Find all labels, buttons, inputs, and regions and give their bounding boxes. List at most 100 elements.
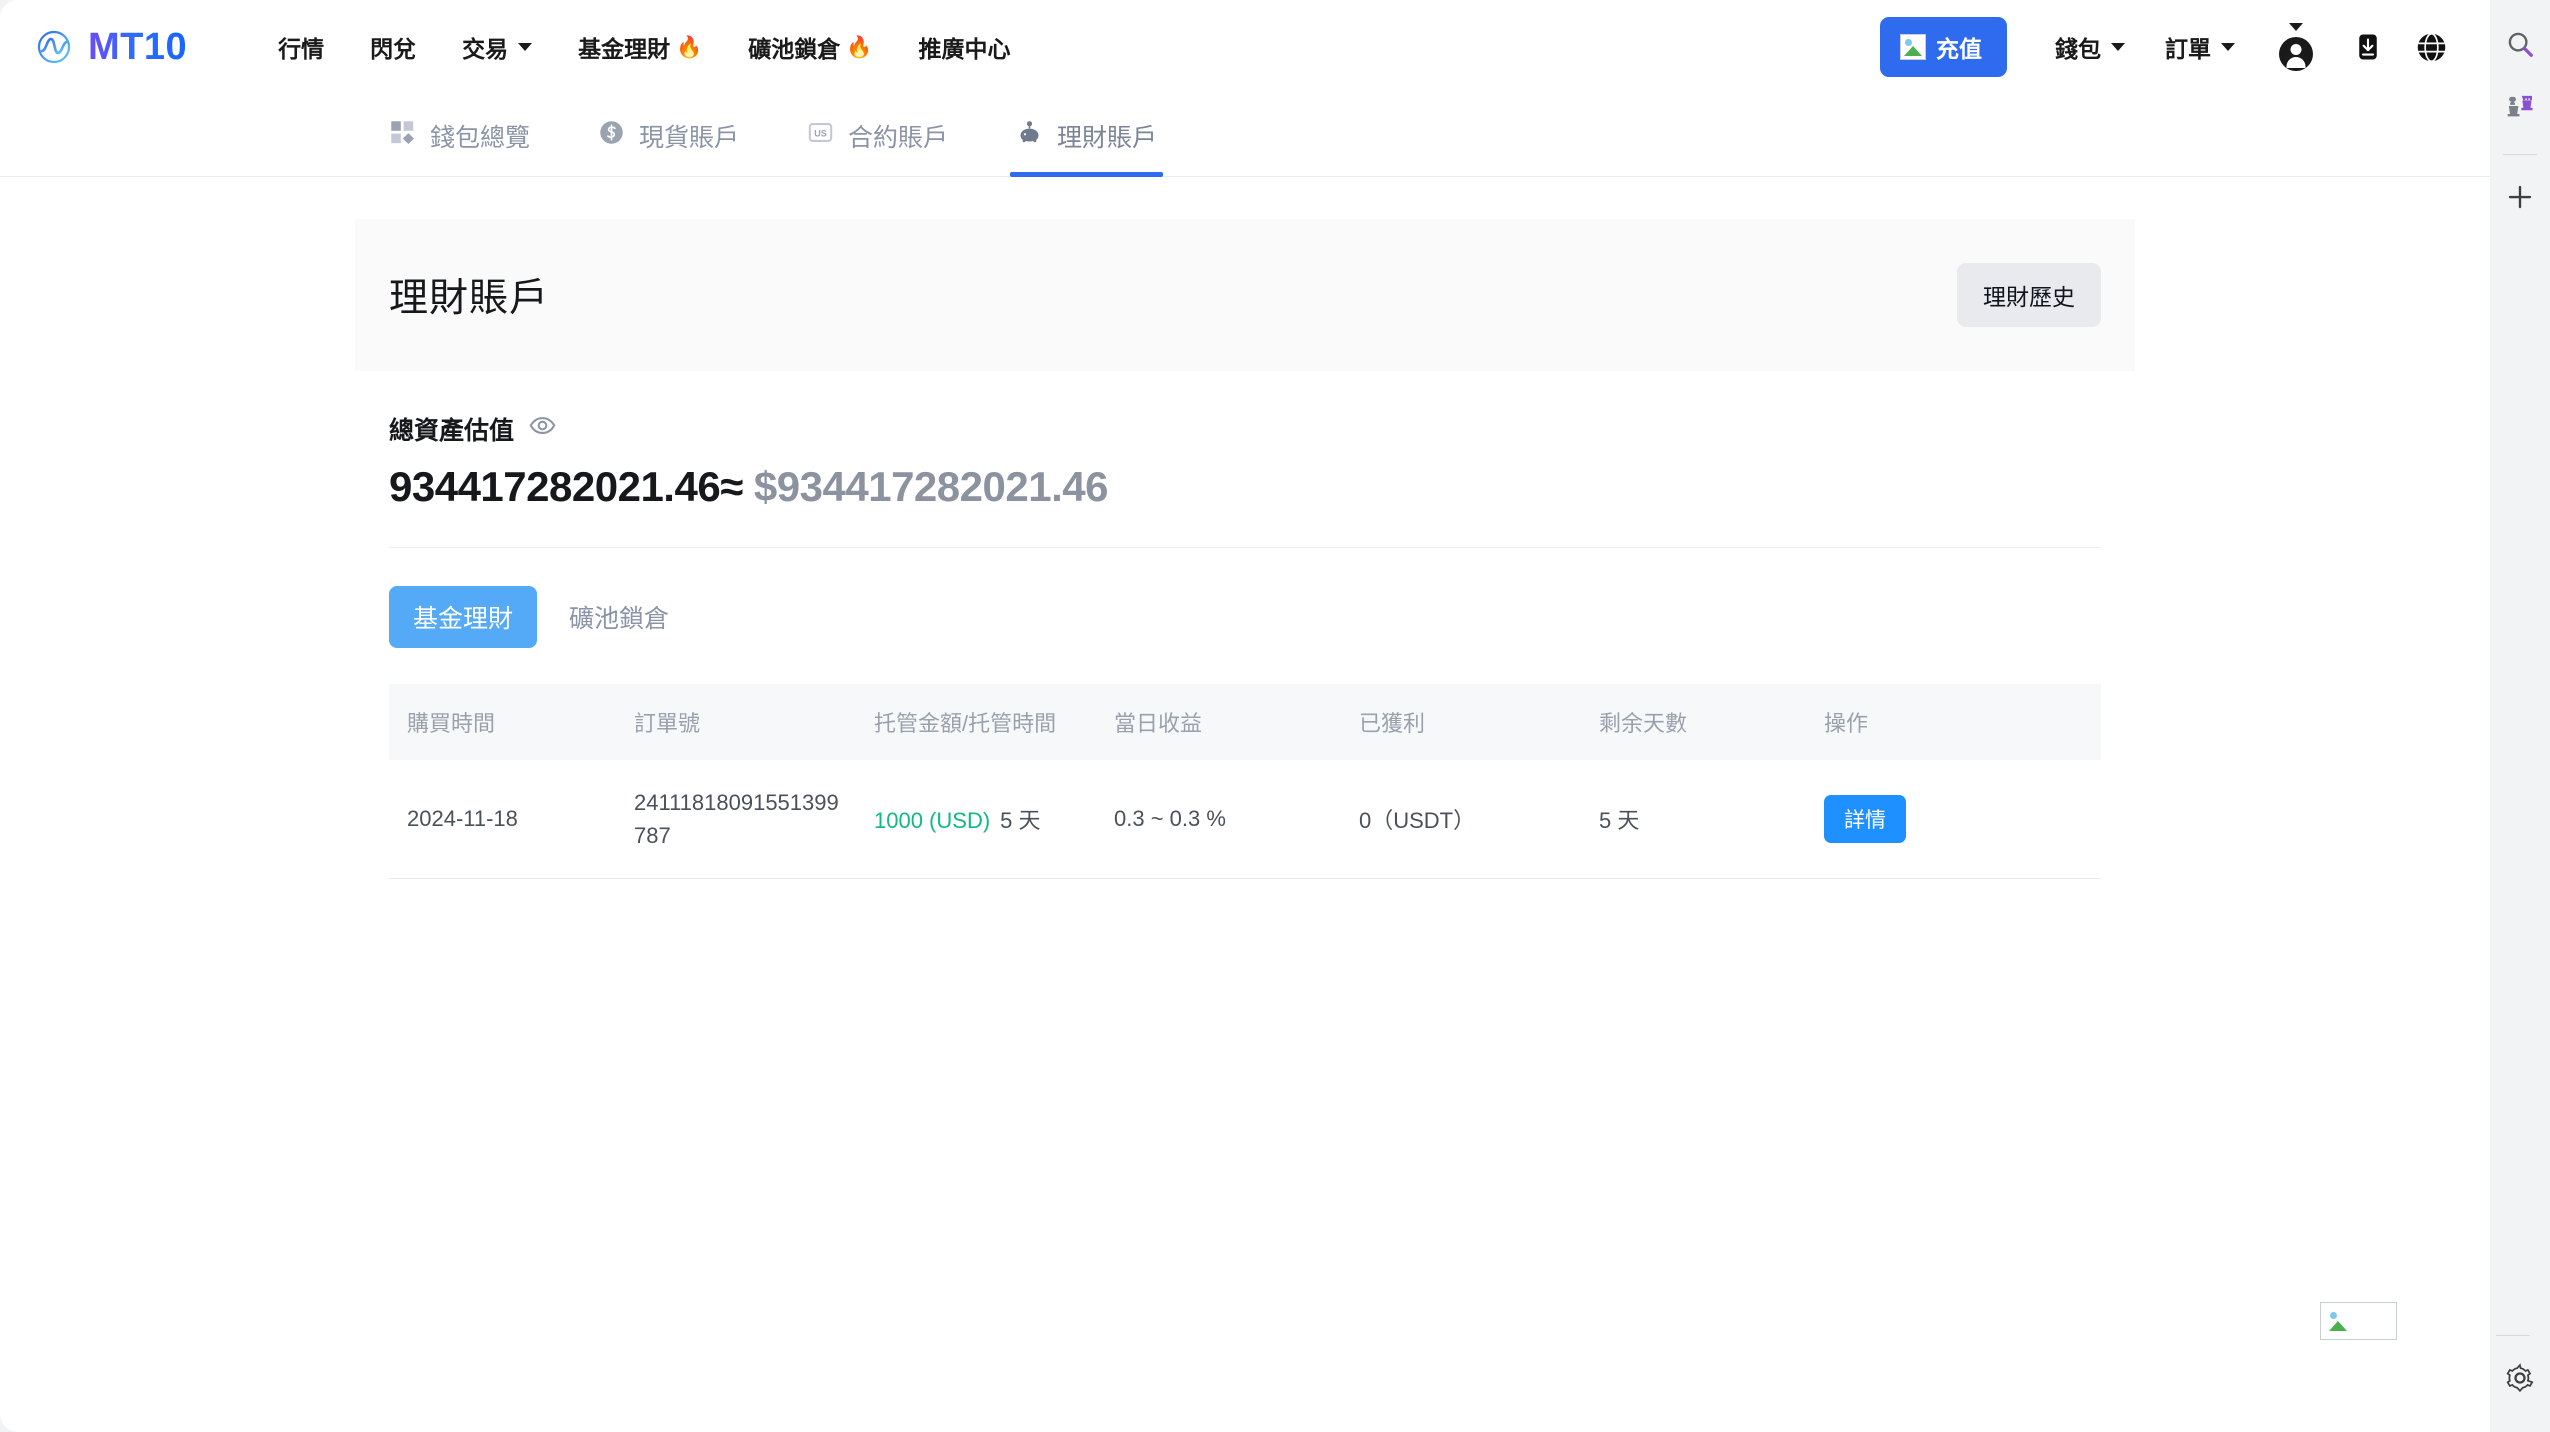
gear-icon xyxy=(2506,1363,2534,1393)
brand-logo[interactable]: MT10 xyxy=(34,26,187,69)
deposit-label: 充值 xyxy=(1936,36,1982,62)
search-icon xyxy=(2508,32,2533,57)
nav-item-swap[interactable]: 閃兌 xyxy=(347,30,439,64)
wave-circle-icon xyxy=(34,27,74,67)
piggy-bank-icon xyxy=(1016,119,1043,153)
chevron-down-icon xyxy=(2111,43,2125,51)
amount-duration: 5 天 xyxy=(1000,808,1041,833)
page-title: 理財賬戶 xyxy=(389,277,550,320)
total-assets-section: 總資產估值 934417282021.46≈ $934417282021.46 xyxy=(355,371,2135,511)
cell-purchase-time: 2024-11-18 xyxy=(389,760,634,879)
finance-orders-table: 購買時間 訂單號 托管金額/托管時間 當日收益 已獲利 剩余天數 操作 2024… xyxy=(389,684,2101,879)
page-header-card: 理財賬戶 理財歷史 xyxy=(355,219,2135,371)
main-menu: 行情 閃兌 交易 基金理財 🔥 礦池鎖倉 🔥 推廣中心 xyxy=(255,30,1033,64)
nav-item-market[interactable]: 行情 xyxy=(255,30,347,64)
rail-divider xyxy=(2496,1335,2530,1336)
language-switch-button[interactable] xyxy=(2399,31,2464,64)
rail-extension-button[interactable] xyxy=(2496,82,2544,130)
nav-label: 基金理財 xyxy=(578,36,671,62)
brand-name: MT10 xyxy=(88,25,188,68)
approx-symbol: ≈ xyxy=(720,463,743,510)
nav-label: 閃兌 xyxy=(370,36,417,62)
detail-button[interactable]: 詳情 xyxy=(1824,795,1906,843)
chevron-down-icon xyxy=(518,43,533,51)
order-number-text: 24111818091551399787 xyxy=(634,790,839,848)
finance-history-button[interactable]: 理財歷史 xyxy=(1957,263,2101,327)
nav-label: 訂單 xyxy=(2165,36,2211,62)
download-icon xyxy=(2359,34,2377,60)
chevron-down-icon xyxy=(2221,43,2235,51)
tab-label: 錢包總覽 xyxy=(430,124,531,152)
nav-item-wallet[interactable]: 錢包 xyxy=(2035,30,2145,64)
tab-label: 現貨賬戶 xyxy=(639,124,740,152)
bottom-broken-image-placeholder xyxy=(2320,1302,2397,1340)
broken-image-icon xyxy=(1900,34,1926,60)
finance-orders-table-wrap: 購買時間 訂單號 托管金額/托管時間 當日收益 已獲利 剩余天數 操作 2024… xyxy=(355,648,2135,879)
us-badge-icon: US xyxy=(807,119,834,153)
tab-spot-account[interactable]: 現貨賬戶 xyxy=(564,118,773,176)
nav-item-trade[interactable]: 交易 xyxy=(439,30,555,64)
nav-item-fund-finance[interactable]: 基金理財 🔥 xyxy=(555,30,725,64)
web-page: MT10 行情 閃兌 交易 基金理財 🔥 礦池鎖倉 🔥 推廣中心 充值 錢包 訂… xyxy=(0,0,2490,1432)
avatar xyxy=(2279,37,2313,71)
cell-days-left: 5 天 xyxy=(1599,760,1824,879)
chess-pieces-icon xyxy=(2507,95,2533,117)
fire-icon: 🔥 xyxy=(846,35,873,59)
page-content: 理財賬戶 理財歷史 總資產估值 934417282021.46≈ $934417… xyxy=(0,219,2490,879)
account-tabs: 錢包總覽 現貨賬戶 US 合約賬戶 理財賬戶 xyxy=(355,94,2135,177)
column-header-order-no: 訂單號 xyxy=(634,684,874,760)
cell-operation: 詳情 xyxy=(1824,760,2101,879)
column-header-purchase-time: 購買時間 xyxy=(389,684,634,760)
tab-contract-account[interactable]: US 合約賬戶 xyxy=(773,118,982,176)
cell-daily-yield: 0.3 ~ 0.3 % xyxy=(1114,760,1359,879)
top-navigation-bar: MT10 行情 閃兌 交易 基金理財 🔥 礦池鎖倉 🔥 推廣中心 充值 錢包 訂… xyxy=(0,0,2490,94)
nav-item-promotion-center[interactable]: 推廣中心 xyxy=(895,30,1033,64)
broken-image-icon xyxy=(2326,1308,2352,1334)
rail-divider xyxy=(2503,154,2537,155)
column-header-daily-yield: 當日收益 xyxy=(1114,684,1359,760)
nav-label: 推廣中心 xyxy=(918,36,1011,62)
browser-side-rail xyxy=(2490,0,2550,1432)
total-assets-usd-value: 934417282021.46 xyxy=(776,463,1109,510)
plus-icon xyxy=(2508,185,2532,209)
fire-icon: 🔥 xyxy=(676,35,703,59)
rail-settings-button[interactable] xyxy=(2496,1354,2544,1402)
cell-amount: 1000 (USD) 5 天 xyxy=(874,760,1114,879)
table-header-row: 購買時間 訂單號 托管金額/托管時間 當日收益 已獲利 剩余天數 操作 xyxy=(389,684,2101,760)
total-assets-value-row: 934417282021.46≈ $934417282021.46 xyxy=(389,463,2101,511)
deposit-button[interactable]: 充值 xyxy=(1880,17,2007,77)
browser-window: MT10 行情 閃兌 交易 基金理財 🔥 礦池鎖倉 🔥 推廣中心 充值 錢包 訂… xyxy=(0,0,2550,1432)
cell-order-no: 24111818091551399787 xyxy=(634,760,874,879)
tab-wallet-overview[interactable]: 錢包總覽 xyxy=(355,118,564,176)
nav-item-orders[interactable]: 訂單 xyxy=(2145,30,2255,64)
svg-text:US: US xyxy=(814,128,827,138)
subtab-fund-finance[interactable]: 基金理財 xyxy=(389,586,538,648)
rail-add-button[interactable] xyxy=(2496,173,2544,221)
table-head: 購買時間 訂單號 托管金額/托管時間 當日收益 已獲利 剩余天數 操作 xyxy=(389,684,2101,760)
tab-label: 合約賬戶 xyxy=(848,124,949,152)
currency-symbol: $ xyxy=(753,463,777,510)
total-assets-value: 934417282021.46 xyxy=(389,463,721,510)
amount-value: 1000 (USD) xyxy=(874,808,991,833)
column-header-days-left: 剩余天數 xyxy=(1599,684,1824,760)
dollar-coin-icon xyxy=(598,119,625,153)
subtab-mining-pool-lock[interactable]: 礦池鎖倉 xyxy=(545,586,693,648)
nav-item-mining-pool-lock[interactable]: 礦池鎖倉 🔥 xyxy=(725,30,895,64)
nav-label: 礦池鎖倉 xyxy=(748,36,841,62)
globe-icon xyxy=(2417,32,2446,62)
chevron-down-icon xyxy=(2289,23,2303,31)
nav-label: 行情 xyxy=(278,36,325,62)
tab-finance-account[interactable]: 理財賬戶 xyxy=(982,118,1191,177)
download-app-button[interactable] xyxy=(2337,32,2399,62)
eye-icon[interactable] xyxy=(529,412,556,446)
finance-subtabs: 基金理財 礦池鎖倉 xyxy=(355,548,2135,648)
user-account-menu[interactable] xyxy=(2255,23,2337,71)
account-tabs-bar: 錢包總覽 現貨賬戶 US 合約賬戶 理財賬戶 xyxy=(0,94,2490,177)
table-body: 2024-11-18 24111818091551399787 1000 (US… xyxy=(389,760,2101,879)
cell-profit: 0（USDT） xyxy=(1359,760,1599,879)
nav-label: 錢包 xyxy=(2055,36,2101,62)
table-row: 2024-11-18 24111818091551399787 1000 (US… xyxy=(389,760,2101,879)
nav-right-group: 充值 錢包 訂單 xyxy=(1880,17,2464,77)
grid-icon xyxy=(389,119,416,153)
rail-search-button[interactable] xyxy=(2496,20,2544,68)
